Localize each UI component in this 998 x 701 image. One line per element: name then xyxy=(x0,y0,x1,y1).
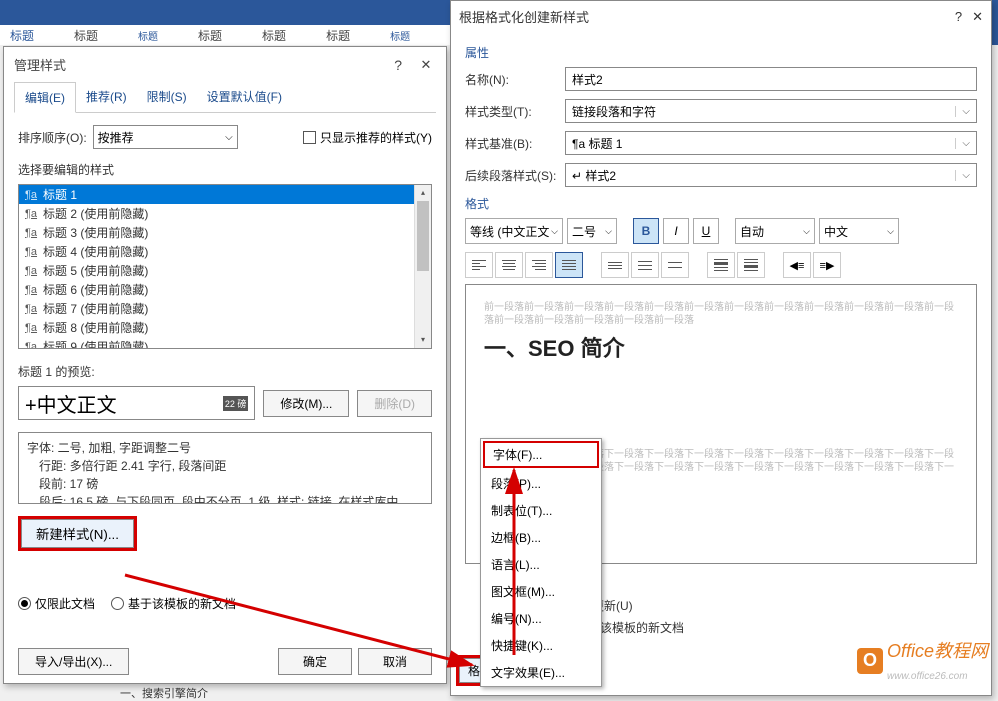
name-input[interactable]: 样式2 xyxy=(565,67,977,91)
base-label: 样式基准(B): xyxy=(465,135,565,152)
radio-template[interactable]: 基于该模板的新文档 xyxy=(111,595,236,612)
indent-increase-icon[interactable]: ≡▶ xyxy=(813,252,841,278)
lang-select[interactable]: 中文⌵ xyxy=(819,218,899,244)
preview-label: 标题 1 的预览: xyxy=(18,363,432,380)
only-recommended-checkbox[interactable]: 只显示推荐的样式(Y) xyxy=(303,129,432,146)
list-item: ¶a标题 1 xyxy=(19,185,431,204)
description-box: 字体: 二号, 加粗, 字距调整二号 行距: 多倍行距 2.41 字行, 段落间… xyxy=(18,432,432,504)
watermark: O Office教程网 www.office26.com xyxy=(857,637,988,684)
indent-decrease-icon[interactable]: ◀≡ xyxy=(783,252,811,278)
follow-select[interactable]: ↵ 样式2⌵ xyxy=(565,163,977,187)
type-label: 样式类型(T): xyxy=(465,103,565,120)
base-select[interactable]: ¶a 标题 1⌵ xyxy=(565,131,977,155)
menu-font[interactable]: 字体(F)... xyxy=(483,441,599,468)
type-select[interactable]: 链接段落和字符⌵ xyxy=(565,99,977,123)
align-center-icon[interactable] xyxy=(495,252,523,278)
line-spacing-1-icon[interactable] xyxy=(601,252,629,278)
delete-button: 删除(D) xyxy=(357,390,432,417)
help-icon[interactable]: ? xyxy=(390,57,406,73)
menu-texteffect[interactable]: 文字效果(E)... xyxy=(481,659,601,686)
sort-select[interactable]: 按推荐⌵ xyxy=(93,125,238,149)
section-format: 格式 xyxy=(465,195,977,212)
tab-restrict[interactable]: 限制(S) xyxy=(137,82,197,112)
format-menu: 字体(F)... 段落(P)... 制表位(T)... 边框(B)... 语言(… xyxy=(480,438,602,687)
follow-label: 后续段落样式(S): xyxy=(465,167,565,184)
list-label: 选择要编辑的样式 xyxy=(18,161,432,178)
radio-this-doc[interactable]: 仅限此文档 xyxy=(18,595,95,612)
tab-defaults[interactable]: 设置默认值(F) xyxy=(197,82,292,112)
space-before-icon[interactable] xyxy=(707,252,735,278)
tab-recommend[interactable]: 推荐(R) xyxy=(76,82,137,112)
align-left-icon[interactable] xyxy=(465,252,493,278)
close-icon[interactable]: ✕ xyxy=(972,9,983,25)
list-item: ¶a标题 3 (使用前隐藏) xyxy=(19,223,431,242)
close-icon[interactable]: ✕ xyxy=(416,57,436,73)
new-style-button[interactable]: 新建样式(N)... xyxy=(21,519,134,548)
help-icon[interactable]: ? xyxy=(955,9,962,25)
italic-button[interactable]: I xyxy=(663,218,689,244)
list-item: ¶a标题 6 (使用前隐藏) xyxy=(19,280,431,299)
menu-frame[interactable]: 图文框(M)... xyxy=(481,578,601,605)
line-spacing-3-icon[interactable] xyxy=(661,252,689,278)
sort-label: 排序顺序(O): xyxy=(18,129,87,146)
list-item: ¶a标题 5 (使用前隐藏) xyxy=(19,261,431,280)
line-spacing-2-icon[interactable] xyxy=(631,252,659,278)
section-properties: 属性 xyxy=(465,44,977,61)
modify-button[interactable]: 修改(M)... xyxy=(263,390,349,417)
tabs: 编辑(E) 推荐(R) 限制(S) 设置默认值(F) xyxy=(14,82,436,113)
cancel-button[interactable]: 取消 xyxy=(358,648,432,675)
space-after-icon[interactable] xyxy=(737,252,765,278)
menu-numbering[interactable]: 编号(N)... xyxy=(481,605,601,632)
bold-button[interactable]: B xyxy=(633,218,659,244)
menu-border[interactable]: 边框(B)... xyxy=(481,524,601,551)
import-export-button[interactable]: 导入/导出(X)... xyxy=(18,648,129,675)
doc-text: 一、搜索引擎简介 xyxy=(120,685,208,701)
style-list[interactable]: ¶a标题 1 ¶a标题 2 (使用前隐藏) ¶a标题 3 (使用前隐藏) ¶a标… xyxy=(18,184,432,349)
highlight-annotation: 新建样式(N)... xyxy=(18,516,137,551)
menu-tabs[interactable]: 制表位(T)... xyxy=(481,497,601,524)
ok-button[interactable]: 确定 xyxy=(278,648,352,675)
list-item: ¶a标题 8 (使用前隐藏) xyxy=(19,318,431,337)
align-justify-icon[interactable] xyxy=(555,252,583,278)
menu-language[interactable]: 语言(L)... xyxy=(481,551,601,578)
list-item: ¶a标题 7 (使用前隐藏) xyxy=(19,299,431,318)
font-name-select[interactable]: 等线 (中文正文⌵ xyxy=(465,218,563,244)
menu-paragraph[interactable]: 段落(P)... xyxy=(481,470,601,497)
ribbon-style-gallery: 标题 标题 标题 标题 标题 标题 标题 xyxy=(0,25,450,45)
name-label: 名称(N): xyxy=(465,71,565,88)
tab-edit[interactable]: 编辑(E) xyxy=(14,82,76,113)
font-size-select[interactable]: 二号⌵ xyxy=(567,218,617,244)
preview-box: +中文正文 22 磅 xyxy=(18,386,255,420)
menu-shortcut[interactable]: 快捷键(K)... xyxy=(481,632,601,659)
scrollbar[interactable]: ▴ ▾ xyxy=(414,185,431,348)
dialog-title: 管理样式 xyxy=(14,55,66,74)
list-item: ¶a标题 2 (使用前隐藏) xyxy=(19,204,431,223)
align-right-icon[interactable] xyxy=(525,252,553,278)
manage-styles-dialog: 管理样式 ? ✕ 编辑(E) 推荐(R) 限制(S) 设置默认值(F) 排序顺序… xyxy=(3,46,447,684)
underline-button[interactable]: U xyxy=(693,218,719,244)
list-item: ¶a标题 9 (使用前隐藏) xyxy=(19,337,431,349)
list-item: ¶a标题 4 (使用前隐藏) xyxy=(19,242,431,261)
dialog-title: 根据格式化创建新样式 xyxy=(459,7,589,26)
font-color-select[interactable]: 自动⌵ xyxy=(735,218,815,244)
